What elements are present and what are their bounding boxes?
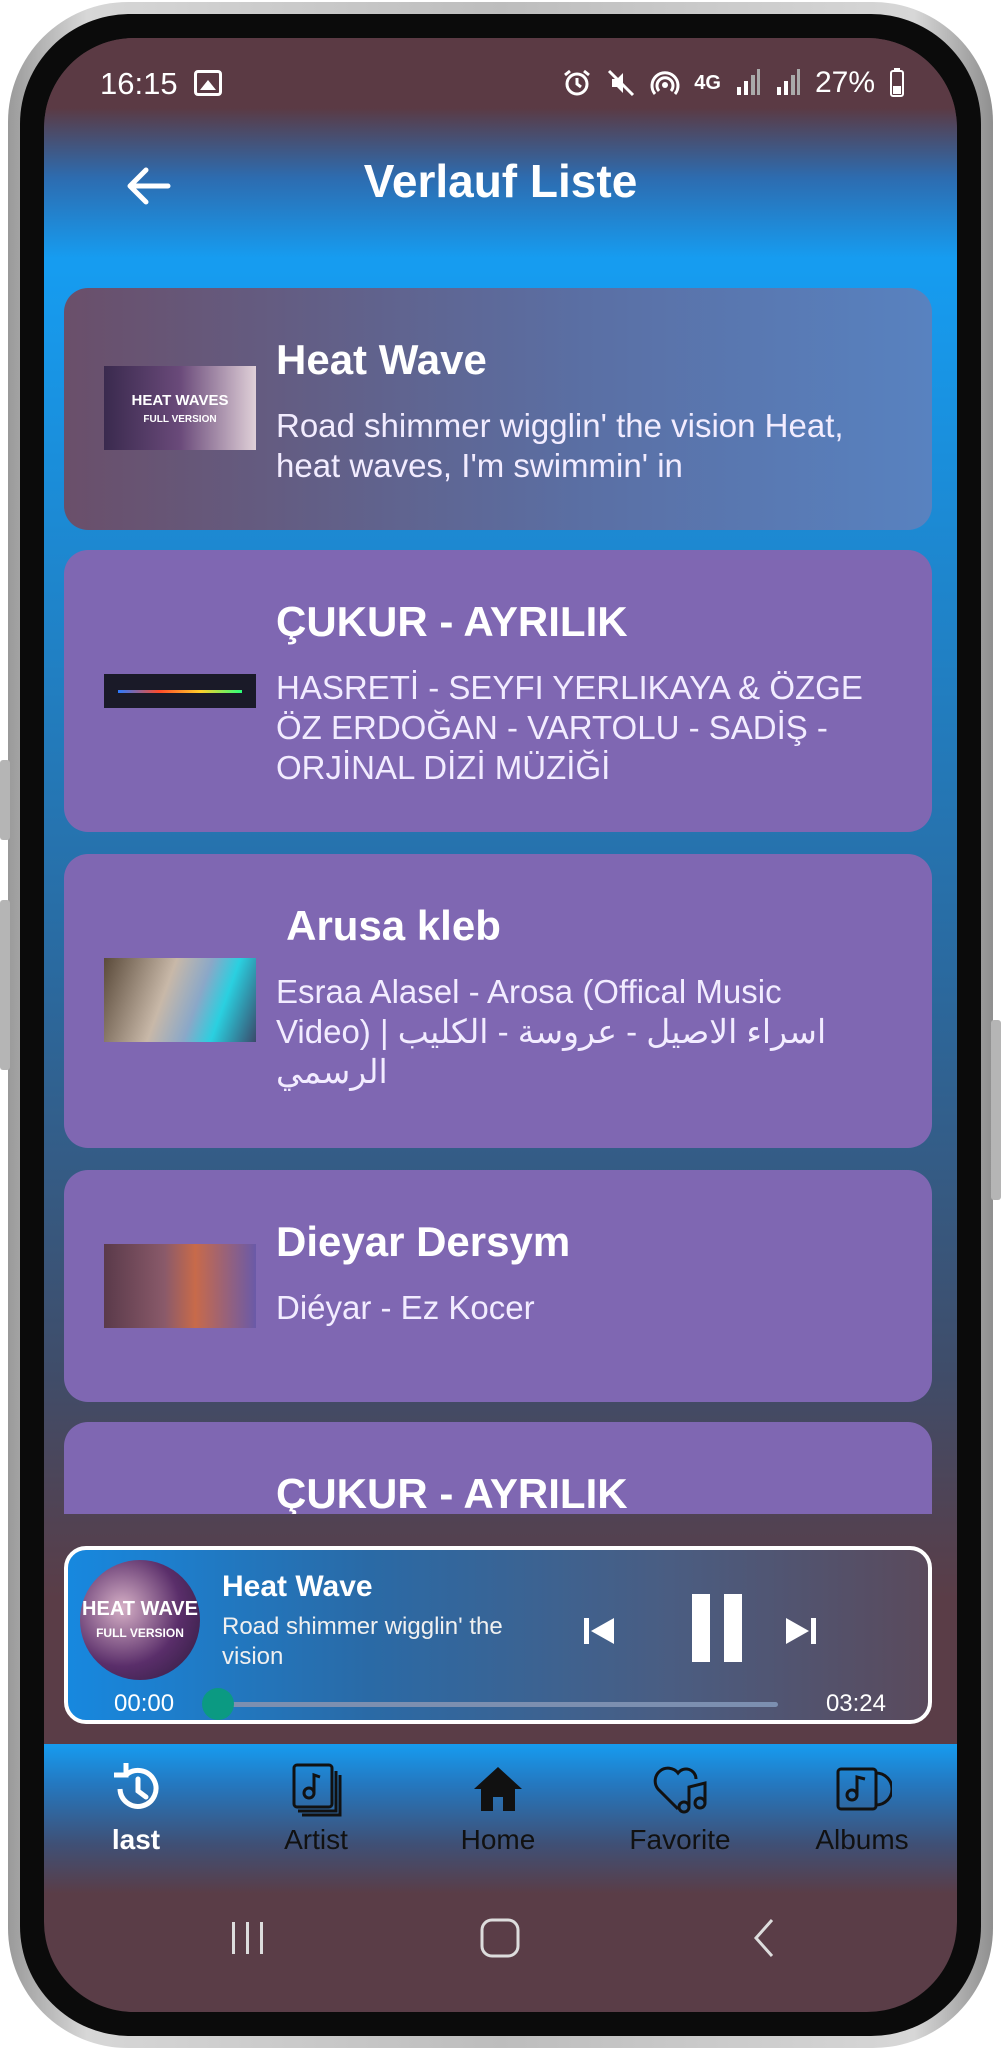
- nav-item-favorite[interactable]: Favorite: [600, 1758, 760, 1856]
- nav-item-last[interactable]: last: [56, 1758, 216, 1856]
- home-button-icon[interactable]: [478, 1916, 522, 1960]
- back-button-icon[interactable]: [744, 1916, 788, 1960]
- history-icon: [114, 1763, 159, 1809]
- thumbnail-subtext: FULL VERSION: [143, 414, 217, 425]
- song-subtitle: Diéyar - Ez Kocer: [276, 1289, 535, 1326]
- mute-icon: [608, 69, 635, 97]
- home-icon: [474, 1767, 522, 1811]
- 4g-icon: 4G: [694, 71, 721, 94]
- list-item[interactable]: Arusa kleb Esraa Alasel - Arosa (Offical…: [64, 854, 932, 1148]
- bottom-navigation: last Artist Home Favorite Albums: [44, 1744, 957, 1894]
- nav-label: Favorite: [629, 1824, 731, 1855]
- nav-item-artist[interactable]: Artist: [236, 1758, 396, 1856]
- song-title: ÇUKUR - AYRILIK: [276, 598, 628, 645]
- progress-knob[interactable]: [202, 1688, 234, 1720]
- image-icon: [194, 70, 222, 96]
- thumbnail-text: HEAT WAVES: [131, 392, 229, 409]
- volume-button: [0, 900, 10, 1070]
- nav-item-albums[interactable]: Albums: [782, 1758, 942, 1856]
- status-bar: 16:15 4G 27%: [44, 58, 957, 118]
- artwork-subtext: FULL VERSION: [96, 1626, 184, 1640]
- previous-track-icon[interactable]: [578, 1610, 620, 1652]
- status-time: 16:15: [100, 66, 178, 101]
- hotspot-icon: [650, 71, 680, 95]
- song-subtitle: HASRETİ - SEYFI YERLIKAYA & ÖZGE ÖZ ERDO…: [276, 669, 863, 786]
- song-thumbnail: [104, 958, 256, 1042]
- app-header: Verlauf Liste: [44, 148, 957, 228]
- nav-item-home[interactable]: Home: [418, 1758, 578, 1856]
- alarm-icon: [564, 69, 591, 96]
- list-item[interactable]: ÇUKUR - AYRILIK HASRETİ - SEYFI YERLIKAY…: [64, 550, 932, 832]
- albums-icon: [836, 1767, 892, 1811]
- song-thumbnail: HEAT WAVES FULL VERSION: [104, 366, 256, 450]
- artwork-text: HEAT WAVE: [82, 1598, 198, 1620]
- song-title: ÇUKUR - AYRILIK: [276, 1470, 628, 1514]
- system-navigation-bar: [44, 1908, 957, 1988]
- next-track-icon[interactable]: [780, 1610, 822, 1652]
- mini-player[interactable]: HEAT WAVE FULL VERSION Heat Wave Road sh…: [64, 1546, 932, 1724]
- progress-bar[interactable]: [218, 1702, 778, 1707]
- song-subtitle: Esraa Alasel - Arosa (Offical Music Vide…: [276, 973, 827, 1090]
- status-icons: 4G 27%: [562, 66, 905, 100]
- list-item[interactable]: Dieyar Dersym Diéyar - Ez Kocer: [64, 1170, 932, 1402]
- signal-icon: [736, 69, 760, 95]
- recent-apps-icon[interactable]: [226, 1916, 270, 1960]
- song-title: Heat Wave: [276, 336, 487, 383]
- page-title: Verlauf Liste: [363, 155, 638, 207]
- nav-label: Home: [460, 1824, 536, 1855]
- list-item[interactable]: ÇUKUR - AYRILIK: [64, 1422, 932, 1514]
- battery-percent: 27%: [814, 66, 875, 99]
- album-stack-icon: [292, 1763, 342, 1817]
- heart-music-icon: [653, 1766, 707, 1814]
- screen: 16:15 4G 27% Verlauf Liste HEAT WAVES FU…: [44, 38, 957, 2012]
- song-thumbnail: [104, 674, 256, 708]
- signal-icon: [776, 69, 800, 95]
- player-artwork: HEAT WAVE FULL VERSION: [80, 1560, 200, 1680]
- nav-label: last: [111, 1824, 161, 1855]
- volume-button: [0, 760, 10, 840]
- battery-icon: [890, 68, 904, 97]
- player-title: Heat Wave: [222, 1570, 373, 1603]
- song-title: Arusa kleb: [276, 902, 501, 949]
- song-subtitle: Road shimmer wigglin' the vision Heat, h…: [276, 407, 844, 484]
- song-thumbnail: [104, 1244, 256, 1328]
- total-time: 03:24: [825, 1690, 886, 1717]
- nav-label: Albums: [815, 1824, 909, 1855]
- list-item[interactable]: HEAT WAVES FULL VERSION Heat Wave Road s…: [64, 288, 932, 530]
- song-title: Dieyar Dersym: [276, 1218, 571, 1265]
- nav-label: Artist: [284, 1824, 348, 1855]
- current-time: 00:00: [114, 1690, 175, 1717]
- power-button: [991, 1020, 1001, 1200]
- history-list[interactable]: HEAT WAVES FULL VERSION Heat Wave Road s…: [64, 288, 932, 1514]
- player-subtitle: Road shimmer wigglin' the vision: [222, 1613, 503, 1670]
- pause-icon[interactable]: [682, 1588, 752, 1668]
